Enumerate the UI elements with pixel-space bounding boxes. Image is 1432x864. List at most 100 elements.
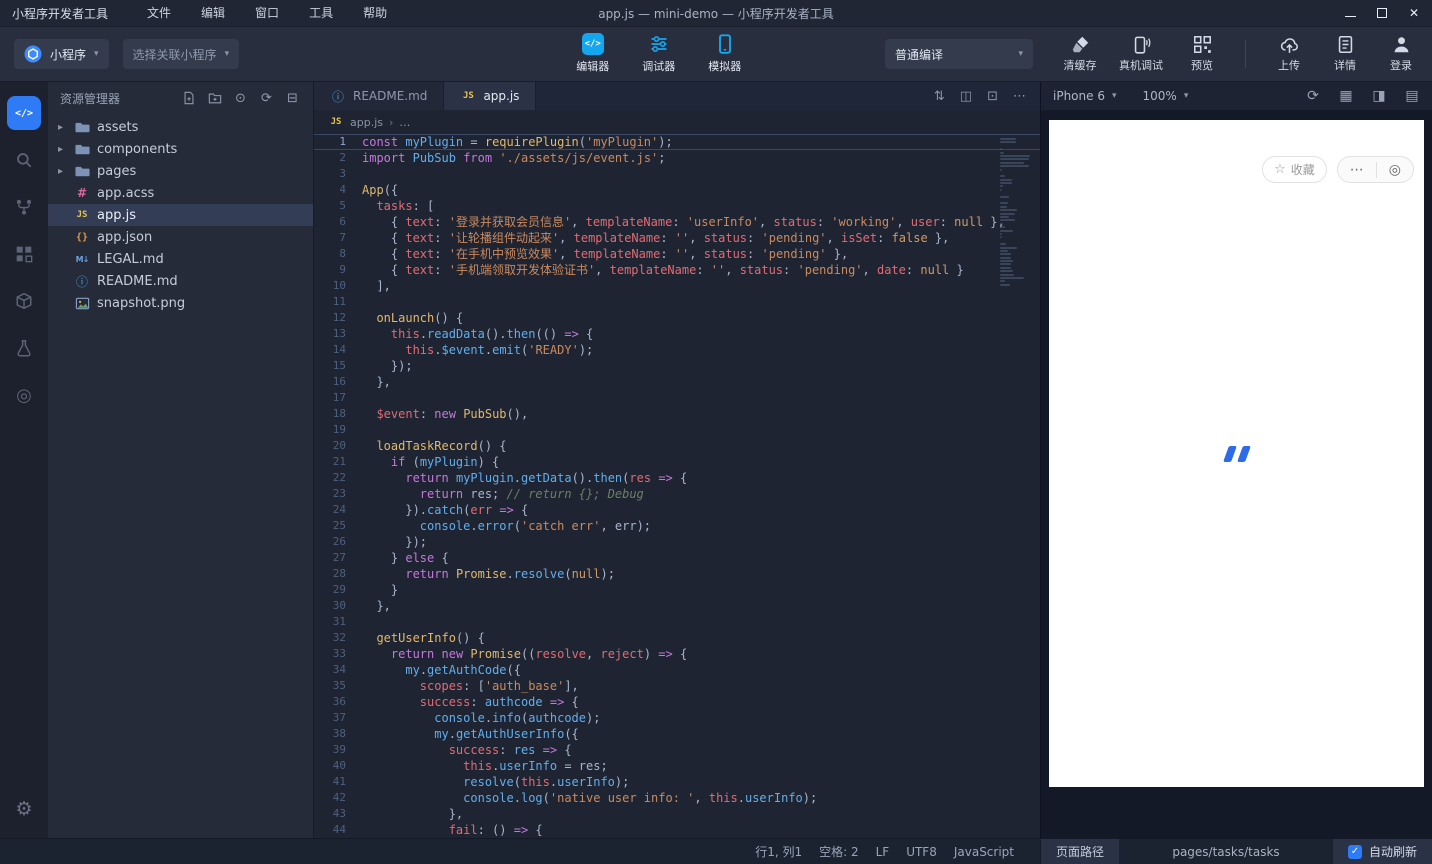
tree-file-app.js[interactable]: JS app.js bbox=[48, 204, 313, 226]
code-line-30[interactable]: 30 }, bbox=[314, 598, 1040, 614]
code-line-41[interactable]: 41 resolve(this.userInfo); bbox=[314, 774, 1040, 790]
code-line-43[interactable]: 43 }, bbox=[314, 806, 1040, 822]
code-line-26[interactable]: 26 }); bbox=[314, 534, 1040, 550]
eol-type[interactable]: LF bbox=[876, 845, 890, 859]
indent-setting[interactable]: 空格: 2 bbox=[819, 843, 859, 860]
menu-item-4[interactable]: 帮助 bbox=[348, 0, 402, 26]
activity-package-button[interactable] bbox=[7, 284, 41, 318]
tree-file-LEGAL.md[interactable]: M↓ LEGAL.md bbox=[48, 248, 313, 270]
tree-file-README.md[interactable]: ⓘ README.md bbox=[48, 270, 313, 292]
activity-target-button[interactable]: ◎ bbox=[7, 378, 41, 412]
relate-miniprogram-dropdown[interactable]: 选择关联小程序 ▾ bbox=[122, 39, 240, 69]
clear-cache-button[interactable]: 清缓存 bbox=[1063, 35, 1097, 73]
code-line-8[interactable]: 8 { text: '在手机中预览效果', templateName: '', … bbox=[314, 246, 1040, 262]
close-miniapp-button[interactable]: ◎ bbox=[1377, 162, 1413, 178]
code-line-32[interactable]: 32 getUserInfo() { bbox=[314, 630, 1040, 646]
menu-item-1[interactable]: 编辑 bbox=[186, 0, 240, 26]
code-line-23[interactable]: 23 return res; // return {}; Debug bbox=[314, 486, 1040, 502]
code-line-12[interactable]: 12 onLaunch() { bbox=[314, 310, 1040, 326]
refresh-button[interactable]: ⟳ bbox=[258, 90, 275, 107]
page-path-button[interactable]: 页面路径 bbox=[1041, 839, 1120, 864]
auto-refresh-toggle[interactable]: ✓ 自动刷新 bbox=[1332, 839, 1432, 864]
refresh-button[interactable]: ⟳ bbox=[1305, 88, 1321, 104]
activity-flask-button[interactable] bbox=[7, 331, 41, 365]
split-editor-icon[interactable]: ◫ bbox=[960, 89, 972, 104]
zoom-dropdown[interactable]: 100% ▾ bbox=[1143, 89, 1189, 103]
code-line-1[interactable]: 1 const myPlugin = requirePlugin('myPlugi… bbox=[314, 134, 1040, 150]
code-line-16[interactable]: 16 }, bbox=[314, 374, 1040, 390]
code-line-36[interactable]: 36 success: authcode => { bbox=[314, 694, 1040, 710]
tree-file-app.acss[interactable]: # app.acss bbox=[48, 182, 313, 204]
grid-button[interactable]: ▦ bbox=[1338, 88, 1354, 104]
close-button[interactable]: ✕ bbox=[1408, 6, 1420, 20]
tree-file-snapshot.png[interactable]: snapshot.png bbox=[48, 292, 313, 314]
simulator-view-button[interactable]: 模拟器 bbox=[700, 33, 750, 74]
minimize-button[interactable] bbox=[1344, 7, 1356, 19]
menu-item-0[interactable]: 文件 bbox=[132, 0, 186, 26]
debugger-view-button[interactable]: 调试器 bbox=[634, 33, 684, 74]
code-line-20[interactable]: 20 loadTaskRecord() { bbox=[314, 438, 1040, 454]
encoding[interactable]: UTF8 bbox=[906, 845, 937, 859]
code-line-34[interactable]: 34 my.getAuthCode({ bbox=[314, 662, 1040, 678]
code-line-28[interactable]: 28 return Promise.resolve(null); bbox=[314, 566, 1040, 582]
activity-code-button[interactable]: </> bbox=[7, 96, 41, 130]
activity-git-button[interactable] bbox=[7, 190, 41, 224]
code-line-3[interactable]: 3 bbox=[314, 166, 1040, 182]
activity-plugins-button[interactable] bbox=[7, 237, 41, 271]
code-line-13[interactable]: 13 this.readData().then(() => { bbox=[314, 326, 1040, 342]
cursor-position[interactable]: 行1, 列1 bbox=[755, 843, 802, 860]
minimap[interactable] bbox=[1000, 138, 1032, 287]
tree-folder-assets[interactable]: ▸ assets bbox=[48, 116, 313, 138]
code-line-29[interactable]: 29 } bbox=[314, 582, 1040, 598]
login-button[interactable]: 登录 bbox=[1384, 35, 1418, 73]
code-line-15[interactable]: 15 }); bbox=[314, 358, 1040, 374]
tab-README.md[interactable]: ⓘ README.md bbox=[314, 82, 445, 110]
code-line-5[interactable]: 5 tasks: [ bbox=[314, 198, 1040, 214]
screenshot-button[interactable]: ◨ bbox=[1371, 88, 1387, 104]
new-folder-button[interactable] bbox=[206, 90, 223, 107]
activity-settings[interactable]: ⚙ bbox=[7, 792, 41, 826]
code-line-2[interactable]: 2 import PubSub from './assets/js/event.j… bbox=[314, 150, 1040, 166]
device-dropdown[interactable]: iPhone 6 ▾ bbox=[1053, 89, 1117, 103]
collapse-all-button[interactable]: ⊟ bbox=[284, 90, 301, 107]
code-line-6[interactable]: 6 { text: '登录并获取会员信息', templateName: 'us… bbox=[314, 214, 1040, 230]
code-line-9[interactable]: 9 { text: '手机端领取开发体验证书', templateName: '… bbox=[314, 262, 1040, 278]
tab-app.js[interactable]: JS app.js bbox=[444, 82, 537, 110]
code-line-24[interactable]: 24 }).catch(err => { bbox=[314, 502, 1040, 518]
code-line-10[interactable]: 10 ], bbox=[314, 278, 1040, 294]
code-line-14[interactable]: 14 this.$event.emit('READY'); bbox=[314, 342, 1040, 358]
phone-screen[interactable]: ☆ 收藏 ⋯ ◎ bbox=[1049, 120, 1424, 787]
code-line-22[interactable]: 22 return myPlugin.getData().then(res =>… bbox=[314, 470, 1040, 486]
sync-scroll-icon[interactable]: ⇅ bbox=[934, 89, 945, 104]
code-line-31[interactable]: 31 bbox=[314, 614, 1040, 630]
open-preview-icon[interactable]: ⊡ bbox=[987, 89, 998, 104]
tree-file-app.json[interactable]: {} app.json bbox=[48, 226, 313, 248]
code-line-40[interactable]: 40 this.userInfo = res; bbox=[314, 758, 1040, 774]
menu-item-3[interactable]: 工具 bbox=[294, 0, 348, 26]
editor-view-button[interactable]: </> 编辑器 bbox=[568, 33, 618, 74]
favorite-button[interactable]: ☆ 收藏 bbox=[1262, 156, 1327, 183]
code-line-27[interactable]: 27 } else { bbox=[314, 550, 1040, 566]
tree-folder-components[interactable]: ▸ components bbox=[48, 138, 313, 160]
more-actions-icon[interactable]: ⋯ bbox=[1013, 89, 1026, 104]
code-line-42[interactable]: 42 console.log('native user info: ', thi… bbox=[314, 790, 1040, 806]
language-mode[interactable]: JavaScript bbox=[954, 845, 1014, 859]
code-line-7[interactable]: 7 { text: '让轮播组件动起来', templateName: '', … bbox=[314, 230, 1040, 246]
preview-button[interactable]: 预览 bbox=[1185, 35, 1219, 73]
code-line-21[interactable]: 21 if (myPlugin) { bbox=[314, 454, 1040, 470]
more-menu-button[interactable]: ⋯ bbox=[1338, 162, 1376, 178]
code-line-19[interactable]: 19 bbox=[314, 422, 1040, 438]
code-line-18[interactable]: 18 $event: new PubSub(), bbox=[314, 406, 1040, 422]
breadcrumb[interactable]: JS app.js › … bbox=[314, 110, 1040, 134]
locate-button[interactable]: ⊙ bbox=[232, 90, 249, 107]
code-line-33[interactable]: 33 return new Promise((resolve, reject) … bbox=[314, 646, 1040, 662]
code-editor[interactable]: 1 const myPlugin = requirePlugin('myPlugi… bbox=[314, 134, 1040, 838]
code-line-4[interactable]: 4 App({ bbox=[314, 182, 1040, 198]
code-line-38[interactable]: 38 my.getAuthUserInfo({ bbox=[314, 726, 1040, 742]
new-file-button[interactable] bbox=[180, 90, 197, 107]
real-device-debug-button[interactable]: 真机调试 bbox=[1119, 35, 1163, 73]
code-line-11[interactable]: 11 bbox=[314, 294, 1040, 310]
details-button[interactable]: 详情 bbox=[1328, 35, 1362, 73]
upload-button[interactable]: 上传 bbox=[1272, 35, 1306, 73]
code-line-39[interactable]: 39 success: res => { bbox=[314, 742, 1040, 758]
